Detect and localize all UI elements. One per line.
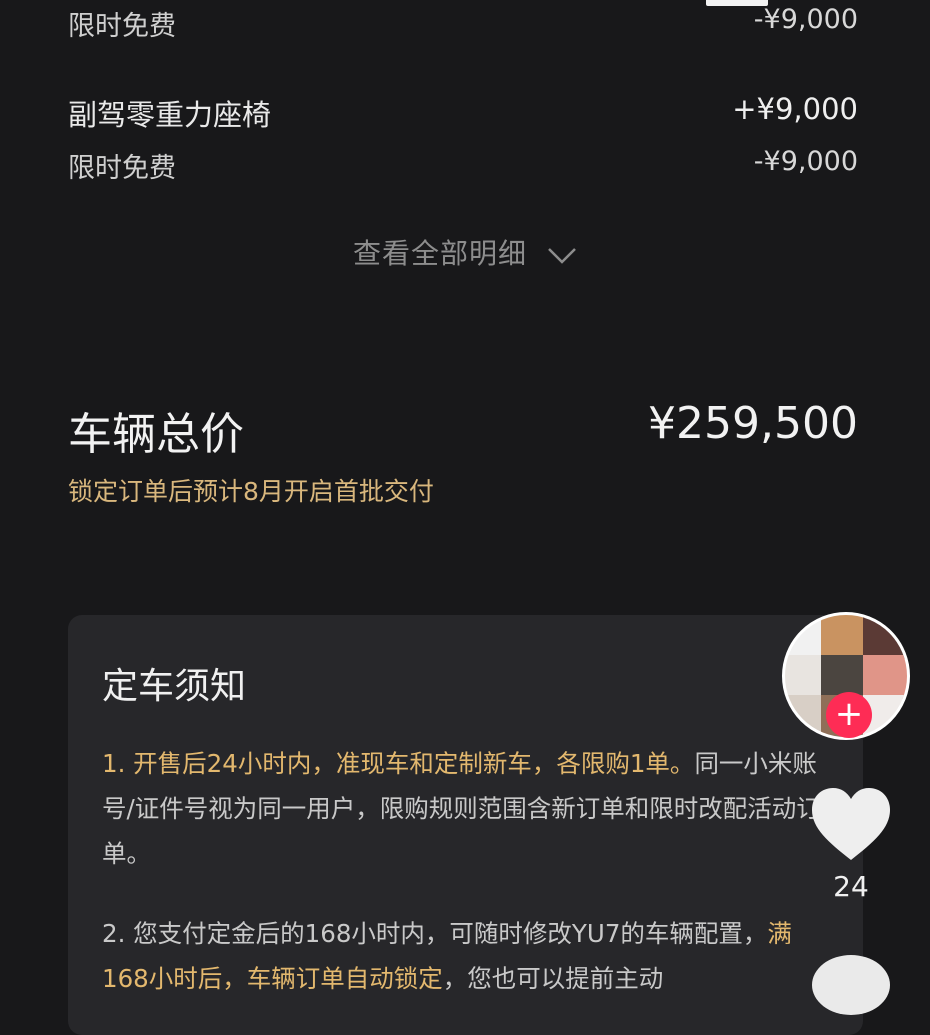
avatar-mosaic-tile (863, 615, 907, 659)
booking-item-1-highlight: 1. 开售后24小时内，准现车和定制新车，各限购1单。 (102, 749, 695, 778)
booking-item-2-text: 2. 您支付定金后的168小时内，可随时修改YU7的车辆配置， (102, 919, 768, 948)
chevron-down-icon (548, 248, 576, 264)
comment-icon[interactable] (812, 955, 890, 1015)
option-label-passenger-seat: 副驾零重力座椅 (68, 98, 272, 132)
option-discount-price: -¥9,000 (753, 4, 858, 35)
total-price-label: 车辆总价 (68, 409, 244, 460)
plus-icon: + (834, 694, 864, 734)
booking-notice-title: 定车须知 (102, 666, 247, 707)
booking-notice-card: 定车须知 1. 开售后24小时内，准现车和定制新车，各限购1单。同一小米账号/证… (68, 615, 863, 1035)
avatar-mosaic-tile (863, 655, 907, 699)
booking-notice-item-1: 1. 开售后24小时内，准现车和定制新车，各限购1单。同一小米账号/证件号视为同… (102, 741, 832, 876)
booking-notice-item-2: 2. 您支付定金后的168小时内，可随时修改YU7的车辆配置，满168小时后，车… (102, 911, 832, 1001)
view-all-details-link[interactable]: 查看全部明细 (0, 232, 930, 272)
like-count: 24 (833, 870, 869, 903)
booking-item-2-tail: ，您也可以提前主动 (442, 964, 664, 993)
option-discount-price: -¥9,000 (753, 146, 858, 177)
heart-icon (812, 788, 890, 860)
view-all-details-label: 查看全部明细 (353, 237, 528, 270)
delivery-notice: 锁定订单后预计8月开启首批交付 (68, 477, 434, 506)
follow-button[interactable]: + (826, 692, 872, 738)
option-price-passenger-seat: +¥9,000 (732, 92, 858, 126)
like-button[interactable] (810, 786, 892, 866)
option-discount-label: 限时免费 (68, 11, 176, 42)
total-price-value: ¥259,500 (648, 398, 858, 449)
avatar-mosaic-tile (821, 615, 865, 659)
option-discount-label: 限时免费 (68, 153, 176, 184)
